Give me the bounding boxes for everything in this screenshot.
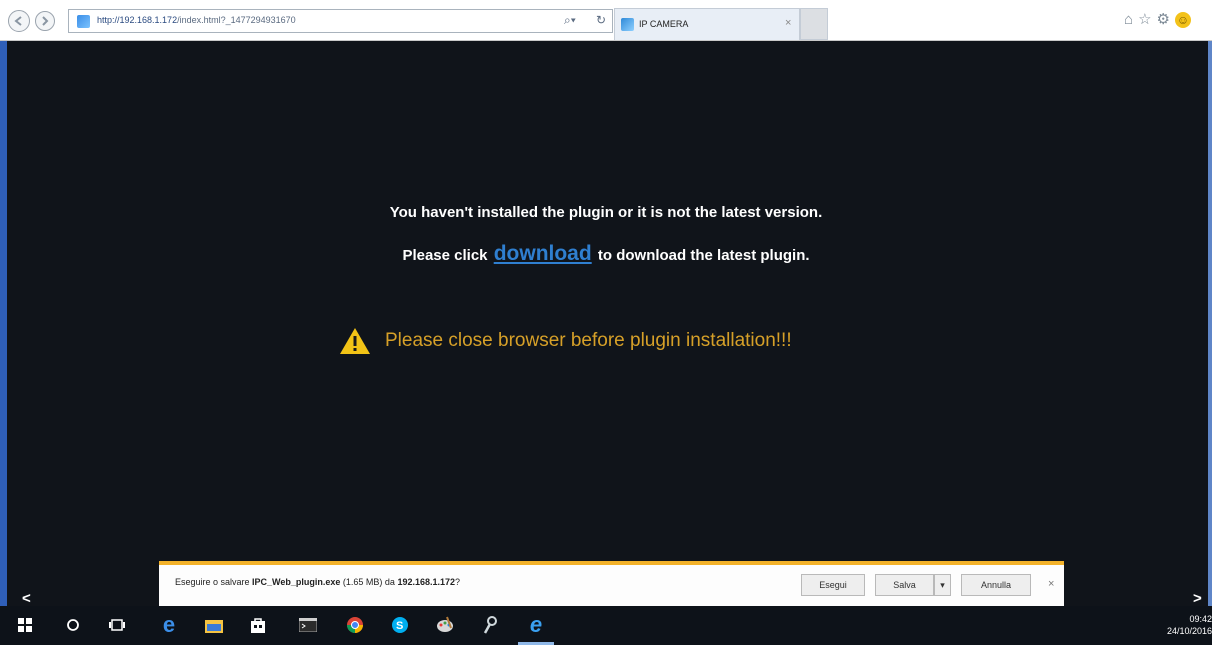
start-button[interactable] — [16, 616, 34, 634]
store-bag-icon — [251, 618, 265, 633]
clock-date: 24/10/2016 — [1166, 626, 1212, 636]
warning-text: Please close browser before plugin insta… — [385, 330, 792, 351]
download-filename: IPC_Web_plugin.exe — [252, 577, 341, 587]
tab-favicon-icon — [621, 18, 634, 31]
paint-palette-icon — [437, 616, 453, 632]
download-notification-bar: Eseguire o salvare IPC_Web_plugin.exe (1… — [159, 561, 1064, 606]
taskbar-chrome[interactable] — [346, 616, 364, 634]
edge-browser-icon: e — [162, 612, 176, 637]
url-host: http://192.168.1.172 — [97, 15, 178, 25]
taskbar-edge[interactable]: e — [160, 612, 178, 637]
instruction-suffix: to download the latest plugin. — [593, 247, 810, 264]
cortana-button[interactable] — [64, 616, 82, 634]
back-button[interactable] — [8, 10, 30, 32]
cancel-button[interactable]: Annulla — [961, 574, 1031, 596]
download-link[interactable]: download — [494, 242, 592, 265]
window-left-edge — [0, 41, 7, 608]
tab-close-icon[interactable]: × — [785, 17, 791, 29]
save-options-dropdown[interactable]: ▾ — [934, 574, 951, 596]
forward-arrow-icon — [42, 16, 49, 26]
skype-icon: S — [392, 617, 408, 633]
command-prompt-icon — [299, 618, 317, 632]
cortana-circle-icon — [67, 619, 79, 631]
new-tab-button[interactable] — [800, 8, 828, 40]
taskbar-store[interactable] — [249, 616, 267, 634]
tab-ip-camera[interactable]: IP CAMERA × — [614, 8, 800, 40]
window-right-edge — [1208, 41, 1212, 608]
taskbar-search-tool[interactable] — [482, 616, 500, 634]
instruction-prefix: Please click — [402, 247, 492, 264]
url-path: /index.html?_1477294931670 — [177, 15, 296, 25]
taskbar-internet-explorer[interactable]: e — [527, 612, 545, 637]
folder-icon — [205, 619, 223, 633]
download-prompt-suffix: ? — [455, 577, 461, 587]
taskbar: e S e 09:42 24/10/2016 — [0, 606, 1212, 645]
download-size: (1.65 MB) da — [340, 577, 398, 587]
refresh-icon[interactable]: ↻ — [596, 13, 606, 27]
warning-message: Please close browser before plugin insta… — [339, 327, 792, 355]
browser-toolbar: http://192.168.1.172/index.html?_1477294… — [0, 0, 1212, 41]
search-icon[interactable]: ⌕▾ — [564, 13, 576, 28]
task-view-button[interactable] — [108, 616, 126, 634]
run-button[interactable]: Esegui — [801, 574, 865, 596]
taskbar-skype[interactable]: S — [391, 616, 409, 634]
site-favicon-icon — [77, 15, 90, 28]
home-icon[interactable]: ⌂ — [1124, 10, 1133, 30]
windows-logo-icon — [18, 618, 32, 632]
download-instruction: Please click download to download the la… — [0, 242, 1212, 266]
svg-text:S: S — [396, 620, 403, 632]
settings-gear-icon[interactable]: ⚙ — [1157, 10, 1170, 30]
close-download-bar-icon[interactable]: × — [1048, 578, 1054, 590]
tab-title: IP CAMERA — [639, 19, 689, 29]
url-text: http://192.168.1.172/index.html?_1477294… — [97, 15, 296, 25]
page-content — [0, 41, 1212, 608]
download-prompt: Eseguire o salvare IPC_Web_plugin.exe (1… — [175, 577, 460, 587]
chrome-browser-icon — [347, 617, 363, 633]
scroll-right-arrow[interactable]: > — [1193, 590, 1202, 607]
scroll-left-arrow[interactable]: < — [22, 590, 31, 607]
download-prompt-prefix: Eseguire o salvare — [175, 577, 253, 587]
browser-toolbar-icons: ⌂ ☆ ⚙ ☺ — [1124, 10, 1191, 30]
taskbar-command-prompt[interactable] — [299, 616, 317, 634]
favorites-star-icon[interactable]: ☆ — [1138, 10, 1151, 30]
taskbar-file-explorer[interactable] — [205, 616, 223, 634]
back-arrow-icon — [14, 16, 22, 26]
forward-button[interactable] — [35, 11, 55, 31]
system-clock[interactable]: 09:42 24/10/2016 — [1160, 613, 1212, 637]
magnifier-icon — [483, 616, 497, 634]
warning-triangle-icon — [340, 328, 370, 354]
taskbar-paint[interactable] — [436, 616, 454, 634]
save-button[interactable]: Salva — [875, 574, 934, 596]
feedback-smiley-icon[interactable]: ☺ — [1174, 12, 1191, 28]
clock-time: 09:42 — [1189, 614, 1212, 624]
internet-explorer-icon: e — [529, 612, 543, 637]
download-host: 192.168.1.172 — [397, 577, 455, 587]
plugin-missing-message: You haven't installed the plugin or it i… — [389, 204, 823, 221]
address-bar[interactable]: http://192.168.1.172/index.html?_1477294… — [68, 9, 613, 33]
task-view-icon — [109, 619, 125, 631]
